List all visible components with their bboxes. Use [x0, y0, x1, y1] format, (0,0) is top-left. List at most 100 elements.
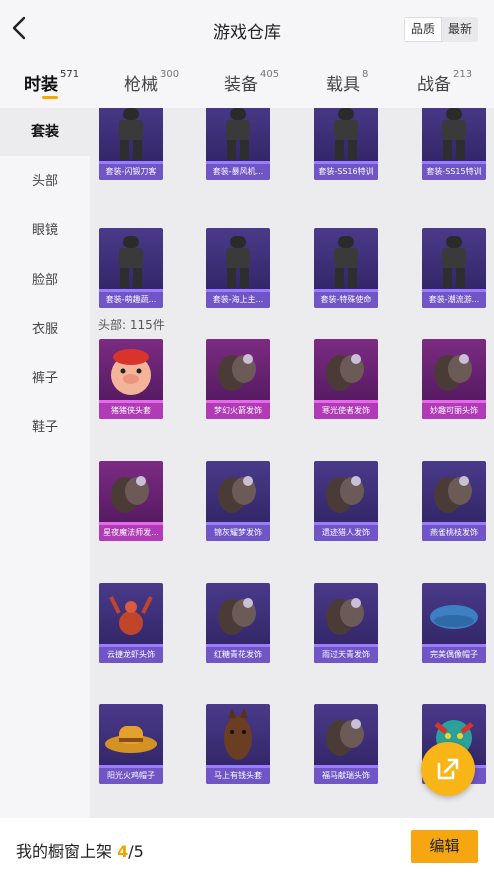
lobster-hat-icon: [99, 583, 163, 647]
hair-accessory-icon: [314, 704, 378, 768]
suit-figure-icon: [422, 108, 486, 164]
item-card[interactable]: 燕雀桃枝发饰: [422, 461, 486, 541]
item-name: 云捷龙虾头饰: [99, 647, 163, 663]
tab-guns[interactable]: 枪械300: [124, 69, 180, 95]
active-tab-indicator: [42, 96, 58, 99]
hair-accessory-icon: [314, 583, 378, 647]
item-name: 套装-潮流游...: [422, 292, 486, 308]
item-name: 寒光使者发饰: [314, 403, 378, 419]
hair-accessory-icon: [314, 339, 378, 403]
item-name: 马上有钱头套: [206, 768, 270, 784]
suit-figure-icon: [314, 108, 378, 164]
tab-label: 时装: [24, 75, 58, 95]
tab-equipment[interactable]: 装备405: [224, 69, 279, 95]
item-card[interactable]: 遗迹猎人发饰: [314, 461, 378, 541]
suit-figure-icon: [314, 228, 378, 292]
item-card[interactable]: 星夜魔法师发...: [99, 461, 163, 541]
sort-option-quality[interactable]: 品质: [403, 17, 442, 42]
item-card[interactable]: 梦幻火箭发饰: [206, 339, 270, 419]
item-card[interactable]: 锦灰耀梦发饰: [206, 461, 270, 541]
item-name: 套装-海上主...: [206, 292, 270, 308]
external-link-icon: [437, 758, 459, 780]
item-grid: 套装-闪锻刀客 套装-暴风机... 套装-SS16特训 套装-SS15特训套装-萌趣蔬…: [90, 108, 494, 818]
hair-accessory-icon: [206, 339, 270, 403]
sidebar-item-glasses[interactable]: 眼镜: [0, 219, 90, 243]
sidebar: 套装 头部 眼镜 脸部 衣服 裤子 鞋子: [0, 108, 90, 818]
item-name: 福马献瑞头饰: [314, 768, 378, 784]
sidebar-item-clothes[interactable]: 衣服: [0, 318, 90, 342]
item-card[interactable]: 套装-暴风机...: [206, 108, 270, 180]
item-name: 遗迹猎人发饰: [314, 525, 378, 541]
tab-vehicles[interactable]: 载具8: [326, 69, 369, 95]
tab-fashion[interactable]: 时装571: [24, 69, 80, 95]
item-name: 燕雀桃枝发饰: [422, 525, 486, 541]
tab-count: 213: [453, 69, 473, 81]
item-card[interactable]: 套装-SS16特训: [314, 108, 378, 180]
sidebar-item-pants[interactable]: 裤子: [0, 367, 90, 391]
item-card[interactable]: 雨过天青发饰: [314, 583, 378, 663]
item-name: 套装-闪锻刀客: [99, 164, 163, 180]
tab-label: 载具: [326, 75, 360, 95]
sort-toggle[interactable]: 品质 最新: [403, 17, 478, 42]
item-card[interactable]: 福马献瑞头饰: [314, 704, 378, 784]
showcase-status: 我的橱窗上架 4/5: [16, 838, 144, 862]
horse-mask-icon: [206, 704, 270, 768]
suit-figure-icon: [99, 108, 163, 164]
suit-figure-icon: [206, 108, 270, 164]
tab-label: 装备: [224, 75, 258, 95]
item-card[interactable]: 妙趣可丽头饰: [422, 339, 486, 419]
item-card[interactable]: 套装-SS15特训: [422, 108, 486, 180]
item-card[interactable]: 完美偶像帽子: [422, 583, 486, 663]
item-name: 猪猪侠头套: [99, 403, 163, 419]
sort-option-newest[interactable]: 最新: [442, 17, 478, 42]
item-name: 梦幻火箭发饰: [206, 403, 270, 419]
tab-count: 8: [362, 69, 369, 81]
hair-accessory-icon: [422, 461, 486, 525]
showcase-label: 我的橱窗上架: [16, 842, 113, 861]
item-name: 妙趣可丽头饰: [422, 403, 486, 419]
tab-count: 571: [60, 69, 80, 81]
item-card[interactable]: 红糖青花发饰: [206, 583, 270, 663]
tab-supplies[interactable]: 战备213: [417, 69, 473, 95]
top-bar: 游戏仓库 品质 最新: [0, 0, 494, 58]
item-card[interactable]: 马上有钱头套: [206, 704, 270, 784]
item-card[interactable]: 猪猪侠头套: [99, 339, 163, 419]
sidebar-item-suits[interactable]: 套装: [0, 108, 90, 156]
item-name: 套装-SS15特训: [422, 164, 486, 180]
item-name: 星夜魔法师发...: [99, 525, 163, 541]
suit-figure-icon: [99, 228, 163, 292]
item-name: 完美偶像帽子: [422, 647, 486, 663]
sidebar-item-face[interactable]: 脸部: [0, 269, 90, 293]
pig-mask-icon: [99, 339, 163, 403]
item-card[interactable]: 套装-萌趣蔬...: [99, 228, 163, 308]
tab-count: 300: [160, 69, 180, 81]
item-card[interactable]: 阳光火鸡帽子: [99, 704, 163, 784]
item-card[interactable]: 套装-潮流游...: [422, 228, 486, 308]
hair-accessory-icon: [206, 583, 270, 647]
share-button[interactable]: [421, 742, 475, 796]
item-name: 雨过天青发饰: [314, 647, 378, 663]
item-card[interactable]: 寒光使者发饰: [314, 339, 378, 419]
item-name: 红糖青花发饰: [206, 647, 270, 663]
beret-icon: [422, 583, 486, 647]
hair-accessory-icon: [99, 461, 163, 525]
item-card[interactable]: 云捷龙虾头饰: [99, 583, 163, 663]
item-name: 套装-萌趣蔬...: [99, 292, 163, 308]
edit-button[interactable]: 编辑: [411, 830, 478, 863]
hair-accessory-icon: [422, 339, 486, 403]
hair-accessory-icon: [206, 461, 270, 525]
showcase-total: /5: [128, 842, 144, 861]
item-card[interactable]: 套装-海上主...: [206, 228, 270, 308]
item-name: 套装-暴风机...: [206, 164, 270, 180]
item-name: 阳光火鸡帽子: [99, 768, 163, 784]
category-tabs: 时装571 枪械300 装备405 载具8 战备213: [0, 58, 494, 108]
hair-accessory-icon: [314, 461, 378, 525]
sidebar-item-head[interactable]: 头部: [0, 170, 90, 194]
section-label-head: 头部: 115件: [98, 318, 165, 332]
sidebar-item-shoes[interactable]: 鞋子: [0, 416, 90, 440]
item-name: 套装-特殊使命: [314, 292, 378, 308]
item-card[interactable]: 套装-闪锻刀客: [99, 108, 163, 180]
suit-figure-icon: [422, 228, 486, 292]
item-card[interactable]: 套装-特殊使命: [314, 228, 378, 308]
suit-figure-icon: [206, 228, 270, 292]
